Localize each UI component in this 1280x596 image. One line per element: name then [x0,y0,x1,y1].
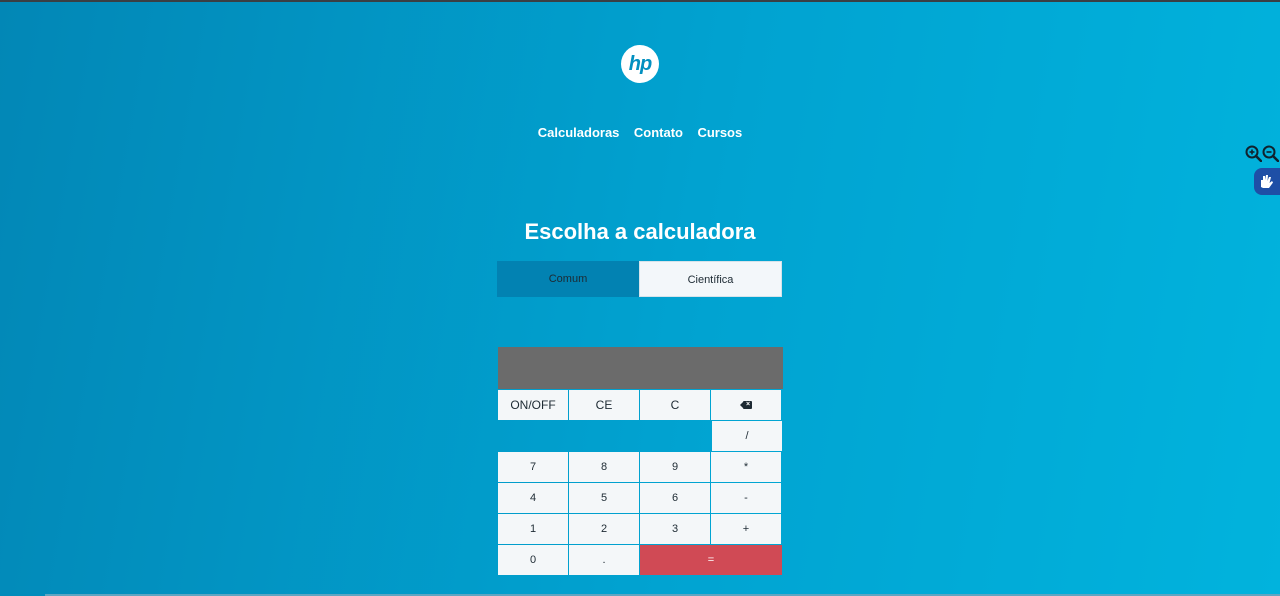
zoom-in-icon[interactable] [1245,145,1263,163]
backspace-button[interactable]: × [711,390,781,420]
backspace-icon: × [740,401,752,409]
digit-6-button[interactable]: 6 [640,483,710,513]
hp-logo[interactable]: hp [621,45,659,83]
nav-calculadoras[interactable]: Calculadoras [538,125,620,140]
hand-icon [1261,175,1273,188]
tab-comum[interactable]: Comum [497,261,639,297]
page-title: Escolha a calculadora [524,219,756,244]
nav-cursos[interactable]: Cursos [697,125,742,140]
calculator-row-2: / [498,421,783,451]
equals-button[interactable]: = [640,545,782,575]
divide-button[interactable]: / [712,421,782,451]
zoom-out-icon[interactable] [1262,145,1280,163]
subtract-button[interactable]: - [711,483,781,513]
calculator-row-1: ON/OFF CE C × [498,390,783,420]
multiply-button[interactable]: * [711,452,781,482]
clear-button[interactable]: C [640,390,710,420]
calculator-row-3: 7 8 9 * [498,452,783,482]
digit-0-button[interactable]: 0 [498,545,568,575]
calculator-row-6: 0 . = [498,545,783,575]
tab-cientifica[interactable]: Científica [639,261,782,297]
digit-7-button[interactable]: 7 [498,452,568,482]
calculator: ON/OFF CE C × / 7 8 9 * 4 5 6 - 1 2 3 + … [498,347,783,575]
digit-1-button[interactable]: 1 [498,514,568,544]
hp-logo-text: hp [628,53,652,75]
add-button[interactable]: + [711,514,781,544]
digit-8-button[interactable]: 8 [569,452,639,482]
nav-contato[interactable]: Contato [634,125,683,140]
digit-5-button[interactable]: 5 [569,483,639,513]
main-nav: Calculadoras Contato Cursos [0,124,1280,142]
calculator-display [498,347,783,389]
digit-4-button[interactable]: 4 [498,483,568,513]
calculator-spacer [498,421,711,451]
calculator-type-tabs: Comum Científica [497,261,782,297]
digit-2-button[interactable]: 2 [569,514,639,544]
decimal-button[interactable]: . [569,545,639,575]
on-off-button[interactable]: ON/OFF [498,390,568,420]
calculator-row-5: 1 2 3 + [498,514,783,544]
calculator-row-4: 4 5 6 - [498,483,783,513]
clear-entry-button[interactable]: CE [569,390,639,420]
sign-language-button[interactable] [1254,168,1280,195]
digit-9-button[interactable]: 9 [640,452,710,482]
top-border [0,0,1280,2]
digit-3-button[interactable]: 3 [640,514,710,544]
